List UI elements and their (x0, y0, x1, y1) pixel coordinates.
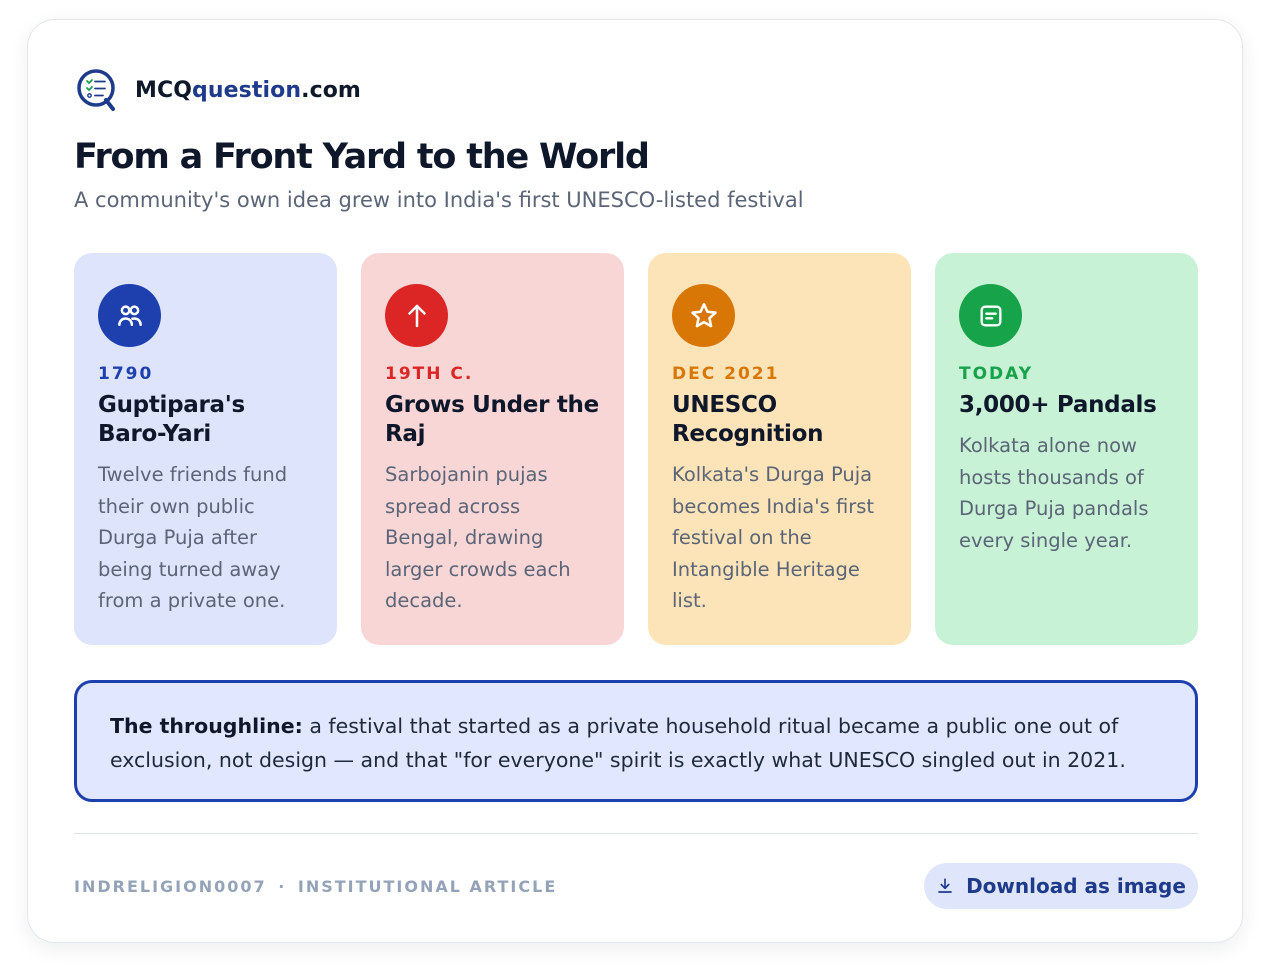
people-icon (98, 284, 161, 347)
timeline-tile: 19TH C. Grows Under the Raj Sarbojanin p… (361, 253, 624, 645)
throughline-callout: The throughline: a festival that started… (74, 680, 1198, 802)
callout-lead: The throughline: (110, 714, 303, 738)
tile-date: DEC 2021 (672, 364, 780, 384)
timeline-tile: DEC 2021 UNESCO Recognition Kolkata's Du… (648, 253, 911, 645)
page-subtitle: A community's own idea grew into India's… (74, 188, 804, 212)
tile-date: TODAY (959, 364, 1033, 384)
tile-title: Guptipara's Baro-Yari (98, 392, 245, 447)
article-category: INSTITUTIONAL ARTICLE (297, 877, 558, 896)
brand: MCQquestion.com (76, 68, 361, 112)
arrow-up-icon (385, 284, 448, 347)
tile-title: 3,000+ Pandals (959, 392, 1157, 418)
download-icon (938, 878, 952, 893)
infographic-card: MCQquestion.com From a Front Yard to the… (27, 19, 1243, 943)
article-meta: INDRELIGION0007 · INSTITUTIONAL ARTICLE (74, 877, 557, 896)
tile-date: 19TH C. (385, 364, 474, 384)
tile-title: UNESCO Recognition (672, 392, 824, 447)
tile-description: Kolkata's Durga Puja becomes India's fir… (672, 463, 875, 612)
footer-divider (74, 833, 1198, 834)
tile-description: Kolkata alone now hosts thousands of Dur… (959, 434, 1149, 552)
timeline-tile: 1790 Guptipara's Baro-Yari Twelve friend… (74, 253, 337, 645)
star-icon (672, 284, 735, 347)
timeline-tile: TODAY 3,000+ Pandals Kolkata alone now h… (935, 253, 1198, 645)
tile-date: 1790 (98, 364, 154, 384)
tile-description: Sarbojanin pujas spread across Bengal, d… (385, 463, 571, 612)
page-title: From a Front Yard to the World (74, 137, 650, 177)
article-code: INDRELIGION0007 (74, 877, 267, 896)
meta-separator: · (278, 877, 287, 896)
timeline-tiles: 1790 Guptipara's Baro-Yari Twelve friend… (74, 253, 1198, 645)
document-icon (959, 284, 1022, 347)
tile-title: Grows Under the Raj (385, 392, 599, 447)
download-button[interactable]: Download as image (924, 863, 1198, 909)
brand-logo-icon (77, 69, 115, 111)
brand-name: MCQquestion.com (135, 77, 361, 103)
tile-description: Twelve friends fund their own public Dur… (98, 463, 288, 612)
download-label: Download as image (966, 874, 1186, 898)
